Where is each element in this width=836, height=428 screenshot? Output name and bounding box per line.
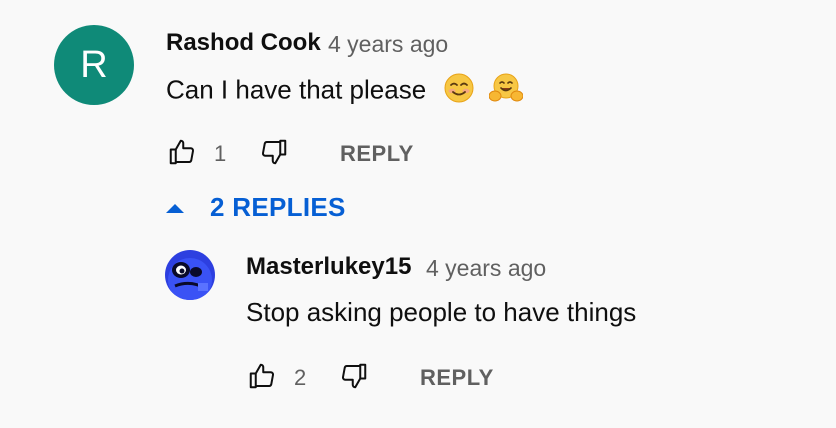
smiling-face-emoji [443, 72, 475, 111]
blue-character-avatar-image [165, 250, 215, 300]
replies-toggle-button[interactable]: 2 REPLIES [164, 192, 346, 223]
reply-timestamp[interactable]: 4 years ago [426, 255, 546, 282]
hugging-face-emoji [488, 72, 524, 111]
reply-like-count: 2 [294, 365, 307, 390]
thumbs-up-icon [169, 139, 195, 165]
reply-button[interactable]: REPLY [340, 141, 414, 167]
reply-avatar[interactable] [165, 250, 215, 300]
reply-like-button[interactable] [246, 360, 278, 392]
reply-dislike-button[interactable] [338, 360, 370, 392]
comment-text-content: Can I have that please [166, 74, 427, 105]
thumbs-down-icon [261, 139, 287, 165]
reply-author[interactable]: Masterlukey15 [246, 253, 411, 281]
reply-text: Stop asking people to have things [246, 297, 637, 327]
thumbs-down-icon [341, 363, 367, 389]
comment-timestamp[interactable]: 4 years ago [328, 31, 448, 58]
like-button[interactable] [166, 136, 198, 168]
avatar[interactable]: R [54, 25, 134, 105]
caret-up-icon [166, 203, 184, 213]
replies-toggle-label: 2 REPLIES [210, 192, 346, 222]
reply-reply-button[interactable]: REPLY [420, 365, 494, 391]
dislike-button[interactable] [258, 136, 290, 168]
like-count: 1 [214, 141, 227, 166]
comment-text: Can I have that please [166, 72, 524, 111]
thumbs-up-icon [249, 363, 275, 389]
comment-author[interactable]: Rashod Cook [166, 29, 321, 57]
